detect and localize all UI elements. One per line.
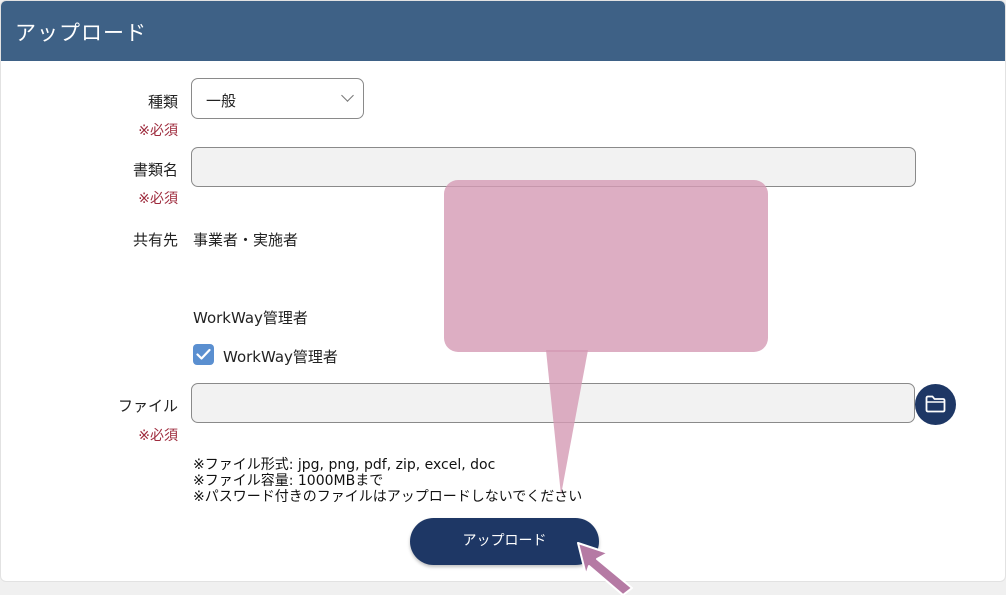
annotation-overlay xyxy=(444,180,768,595)
pointer-arrow-icon xyxy=(577,542,633,595)
callout-bubble xyxy=(444,180,768,495)
